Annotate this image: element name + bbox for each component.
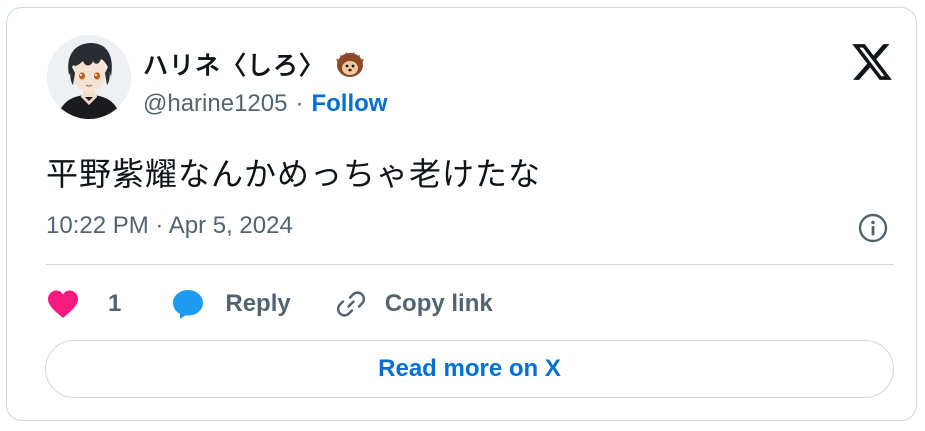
author-name-row: ハリネ〈しろ〉	[143, 46, 365, 82]
link-icon	[335, 288, 367, 320]
like-button[interactable]: 1	[46, 289, 121, 319]
avatar[interactable]	[47, 35, 131, 119]
tweet-timestamp[interactable]: 10:22 PM · Apr 5, 2024	[46, 212, 293, 240]
info-icon[interactable]	[857, 212, 889, 244]
hedgehog-icon	[335, 49, 365, 79]
avatar-image	[47, 35, 131, 119]
author-handle-row: @harine1205 · Follow	[143, 90, 387, 118]
reply-button[interactable]: Reply	[171, 288, 291, 320]
speech-bubble-icon	[171, 288, 205, 320]
tweet-text: 平野紫耀なんかめっちゃ老けたな	[46, 155, 542, 193]
embedded-tweet-card: ハリネ〈しろ〉 @harine1205 · Follow 平野紫耀なんかめっちゃ…	[6, 7, 917, 421]
divider	[46, 264, 894, 265]
author-handle[interactable]: @harine1205	[143, 90, 287, 118]
copy-link-button[interactable]: Copy link	[335, 288, 493, 320]
copy-link-label: Copy link	[384, 290, 493, 317]
author-display-name[interactable]: ハリネ〈しろ〉	[143, 46, 325, 82]
separator-dot: ·	[295, 90, 304, 117]
action-bar: 1 Reply Copy link	[46, 284, 493, 324]
reply-label: Reply	[225, 290, 291, 317]
read-more-button[interactable]: Read more on X	[45, 340, 894, 398]
x-logo-icon[interactable]	[850, 40, 894, 84]
heart-icon	[46, 289, 80, 319]
follow-button[interactable]: Follow	[311, 90, 387, 118]
like-count: 1	[108, 290, 122, 317]
